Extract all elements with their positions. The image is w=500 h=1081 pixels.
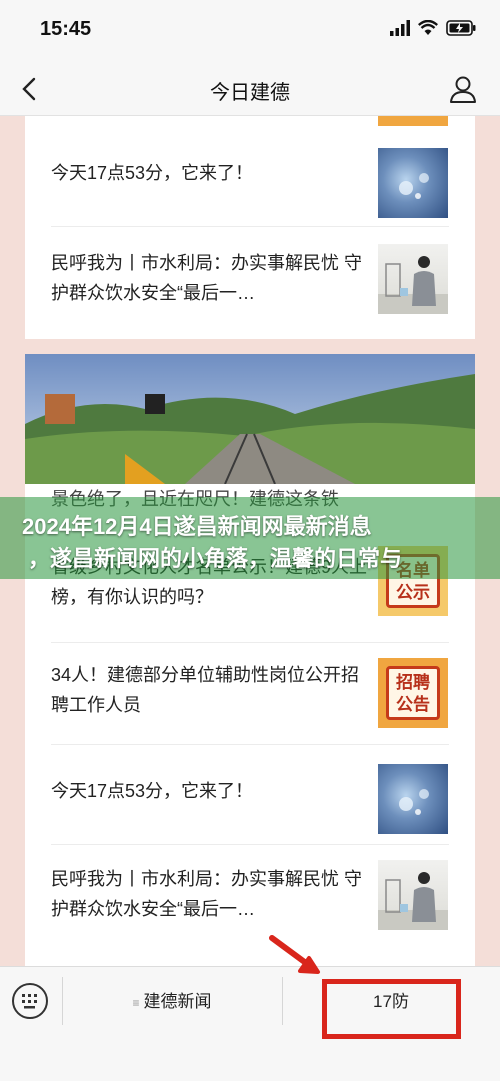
bottom-menu-bar: ≡ 建德新闻 17防 — [0, 966, 500, 1081]
list-item[interactable]: 今天17点53分，它来了！ — [25, 136, 475, 218]
article-title[interactable]: 今天17点53分，它来了！ — [51, 776, 371, 806]
article-card-top: 今天17点53分，它来了！ 民呼我为丨市水利局：办实事解民忧 守护群众饮水安全“… — [25, 116, 475, 339]
water-drops-thumbnail[interactable] — [378, 764, 448, 834]
water-drops-image — [399, 789, 429, 815]
menu-item-label: 建德新闻 — [143, 992, 212, 1011]
article-title[interactable]: 民呼我为丨市水利局：办实事解民忧 守护群众饮水安全“最后一… — [51, 864, 371, 924]
highlight-box — [322, 979, 461, 1039]
article-title[interactable]: 34人！建德部分单位辅助性岗位公开招聘工作人员 — [51, 660, 371, 720]
status-bar: 15:45 — [0, 0, 500, 62]
banner-line-1: 2024年12月4日遂昌新闻网最新消息 — [22, 514, 372, 539]
user-icon[interactable] — [446, 72, 480, 106]
divider — [51, 226, 449, 227]
list-item[interactable]: 34人！建德部分单位辅助性岗位公开招聘工作人员 招聘公告 — [25, 654, 475, 734]
partial-thumbnail[interactable] — [378, 116, 448, 126]
status-time: 15:45 — [40, 18, 92, 40]
wifi-icon — [418, 20, 438, 35]
divider — [51, 744, 449, 745]
water-drops-thumbnail[interactable] — [378, 148, 448, 218]
list-item[interactable]: 民呼我为丨市水利局：办实事解民忧 守护群众饮水安全“最后一… — [25, 234, 475, 329]
lab-technician-thumbnail[interactable] — [378, 860, 448, 930]
page-title: 今日建德 — [210, 82, 290, 104]
lab-technician-image — [378, 872, 448, 930]
keyboard-icon — [22, 994, 37, 1009]
article-title[interactable]: 民呼我为丨市水利局：办实事解民忧 守护群众饮水安全“最后一… — [51, 248, 371, 308]
lab-technician-image — [378, 256, 448, 314]
divider — [51, 844, 449, 845]
banner-line-2: ，遂昌新闻网的小角落，温馨的日常与 — [28, 546, 403, 571]
battery-icon — [446, 20, 476, 36]
article-title[interactable]: 今天17点53分，它来了！ — [51, 158, 371, 188]
water-drops-image — [399, 173, 429, 199]
list-item[interactable]: 民呼我为丨市水利局：办实事解民忧 守护群众饮水安全“最后一… — [25, 850, 475, 950]
signal-icon — [390, 20, 410, 36]
railway-landscape-image — [25, 354, 475, 484]
menu-list-icon: ≡ — [132, 996, 140, 1010]
nav-bar: 今日建德 — [0, 62, 500, 116]
featured-photo[interactable] — [25, 354, 475, 484]
list-item[interactable]: 今天17点53分，它来了！ — [25, 750, 475, 834]
lab-technician-thumbnail[interactable] — [378, 244, 448, 314]
recruitment-thumbnail[interactable]: 招聘公告 — [378, 658, 448, 728]
headline-banner: 2024年12月4日遂昌新闻网最新消息 ，遂昌新闻网的小角落，温馨的日常与 — [0, 497, 500, 579]
divider — [51, 642, 449, 643]
menu-item-jiande-news[interactable]: ≡ 建德新闻 — [62, 967, 282, 1037]
status-icons — [390, 20, 476, 36]
recruitment-label: 招聘公告 — [386, 666, 440, 720]
keyboard-toggle-button[interactable] — [12, 983, 48, 1019]
